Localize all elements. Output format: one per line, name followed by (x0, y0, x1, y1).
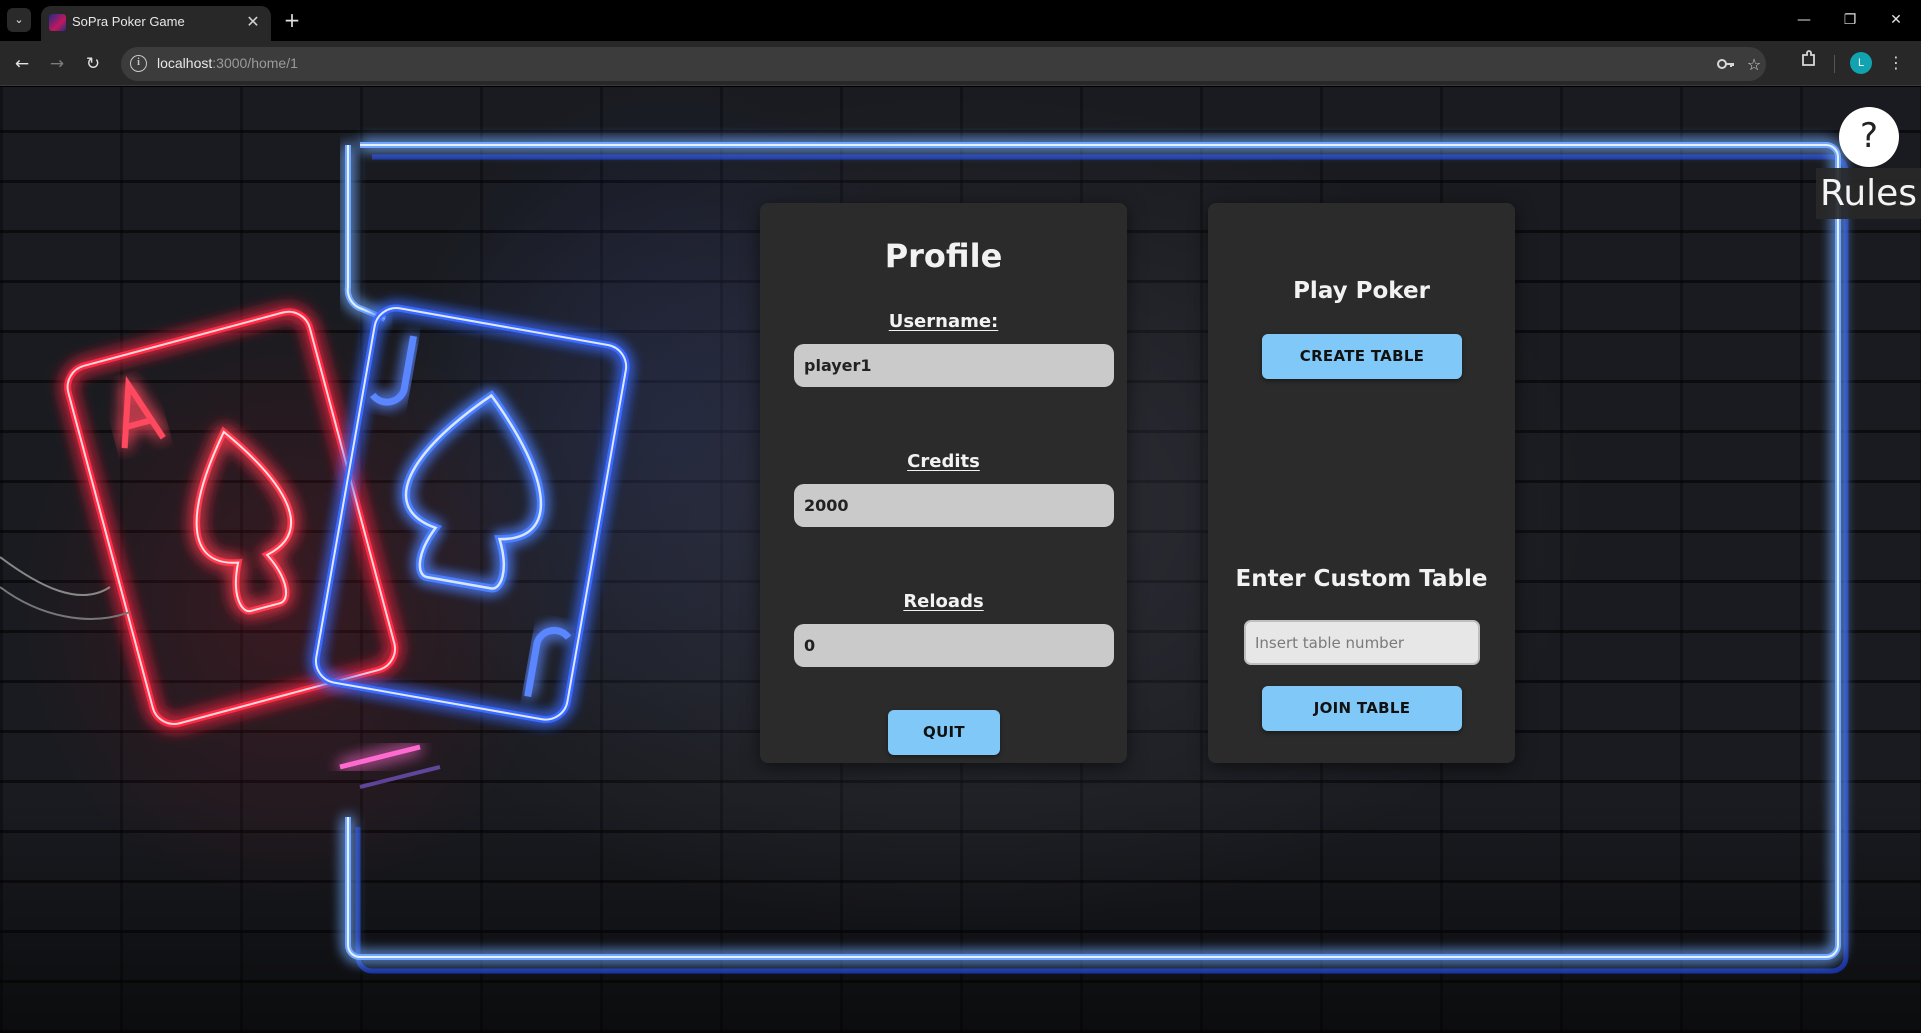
favicon-icon (49, 14, 66, 31)
table-number-input[interactable] (1244, 620, 1480, 665)
new-tab-plus-icon[interactable]: + (280, 9, 304, 33)
restore-icon[interactable]: ❐ (1827, 6, 1873, 34)
browser-tabstrip: ⌄ SoPra Poker Game ✕ + — ❐ ✕ (0, 0, 1921, 41)
play-poker-title: Play Poker (1293, 278, 1430, 304)
reloads-label: Reloads (903, 591, 984, 612)
toolbar-divider (1834, 55, 1835, 73)
create-table-button[interactable]: CREATE TABLE (1262, 334, 1462, 379)
back-arrow-icon[interactable]: ← (9, 51, 35, 77)
poker-home-page: Profile Username: Credits Reloads QUIT P… (0, 87, 1921, 1033)
kebab-menu-icon[interactable]: ⋮ (1886, 50, 1906, 76)
reload-icon[interactable]: ↻ (80, 51, 106, 77)
username-field[interactable] (794, 344, 1114, 387)
bookmark-star-icon[interactable]: ☆ (1743, 54, 1765, 76)
minimize-icon[interactable]: — (1781, 6, 1827, 34)
extensions-icon[interactable] (1797, 50, 1821, 76)
address-bar[interactable]: i localhost:3000/home/1 ☆ (121, 47, 1766, 81)
tab-search-chevron-icon[interactable]: ⌄ (7, 8, 31, 32)
join-table-button[interactable]: JOIN TABLE (1262, 686, 1462, 731)
url-path: :3000/home/1 (212, 55, 298, 71)
neon-ace-card (64, 308, 399, 728)
browser-toolbar: ← → ↻ i localhost:3000/home/1 ☆ (0, 41, 1921, 86)
quit-button[interactable]: QUIT (888, 710, 1000, 755)
url-host: localhost (157, 55, 213, 71)
neon-accent (359, 765, 441, 789)
rules-label[interactable]: Rules (1816, 168, 1921, 219)
tab-title: SoPra Poker Game (72, 14, 185, 29)
custom-table-title: Enter Custom Table (1235, 566, 1488, 592)
browser-tab-active[interactable]: SoPra Poker Game ✕ (41, 6, 271, 41)
rules-help-icon[interactable]: ? (1839, 107, 1899, 167)
profile-title: Profile (884, 237, 1003, 275)
play-poker-card: Play Poker CREATE TABLE Enter Custom Tab… (1208, 203, 1515, 763)
reloads-field[interactable] (794, 624, 1114, 667)
window-close-icon[interactable]: ✕ (1873, 6, 1919, 34)
username-label: Username: (888, 311, 999, 332)
credits-field[interactable] (794, 484, 1114, 527)
forward-arrow-icon[interactable]: → (44, 51, 70, 77)
profile-card: Profile Username: Credits Reloads QUIT (760, 203, 1127, 763)
password-key-icon[interactable] (1715, 54, 1737, 76)
site-info-icon[interactable]: i (130, 55, 147, 72)
credits-label: Credits (907, 451, 980, 472)
tab-close-icon[interactable]: ✕ (243, 12, 263, 32)
neon-accent (339, 744, 421, 770)
neon-cable (0, 556, 111, 596)
address-url[interactable]: localhost:3000/home/1 (157, 55, 298, 71)
profile-avatar[interactable]: L (1850, 52, 1872, 74)
